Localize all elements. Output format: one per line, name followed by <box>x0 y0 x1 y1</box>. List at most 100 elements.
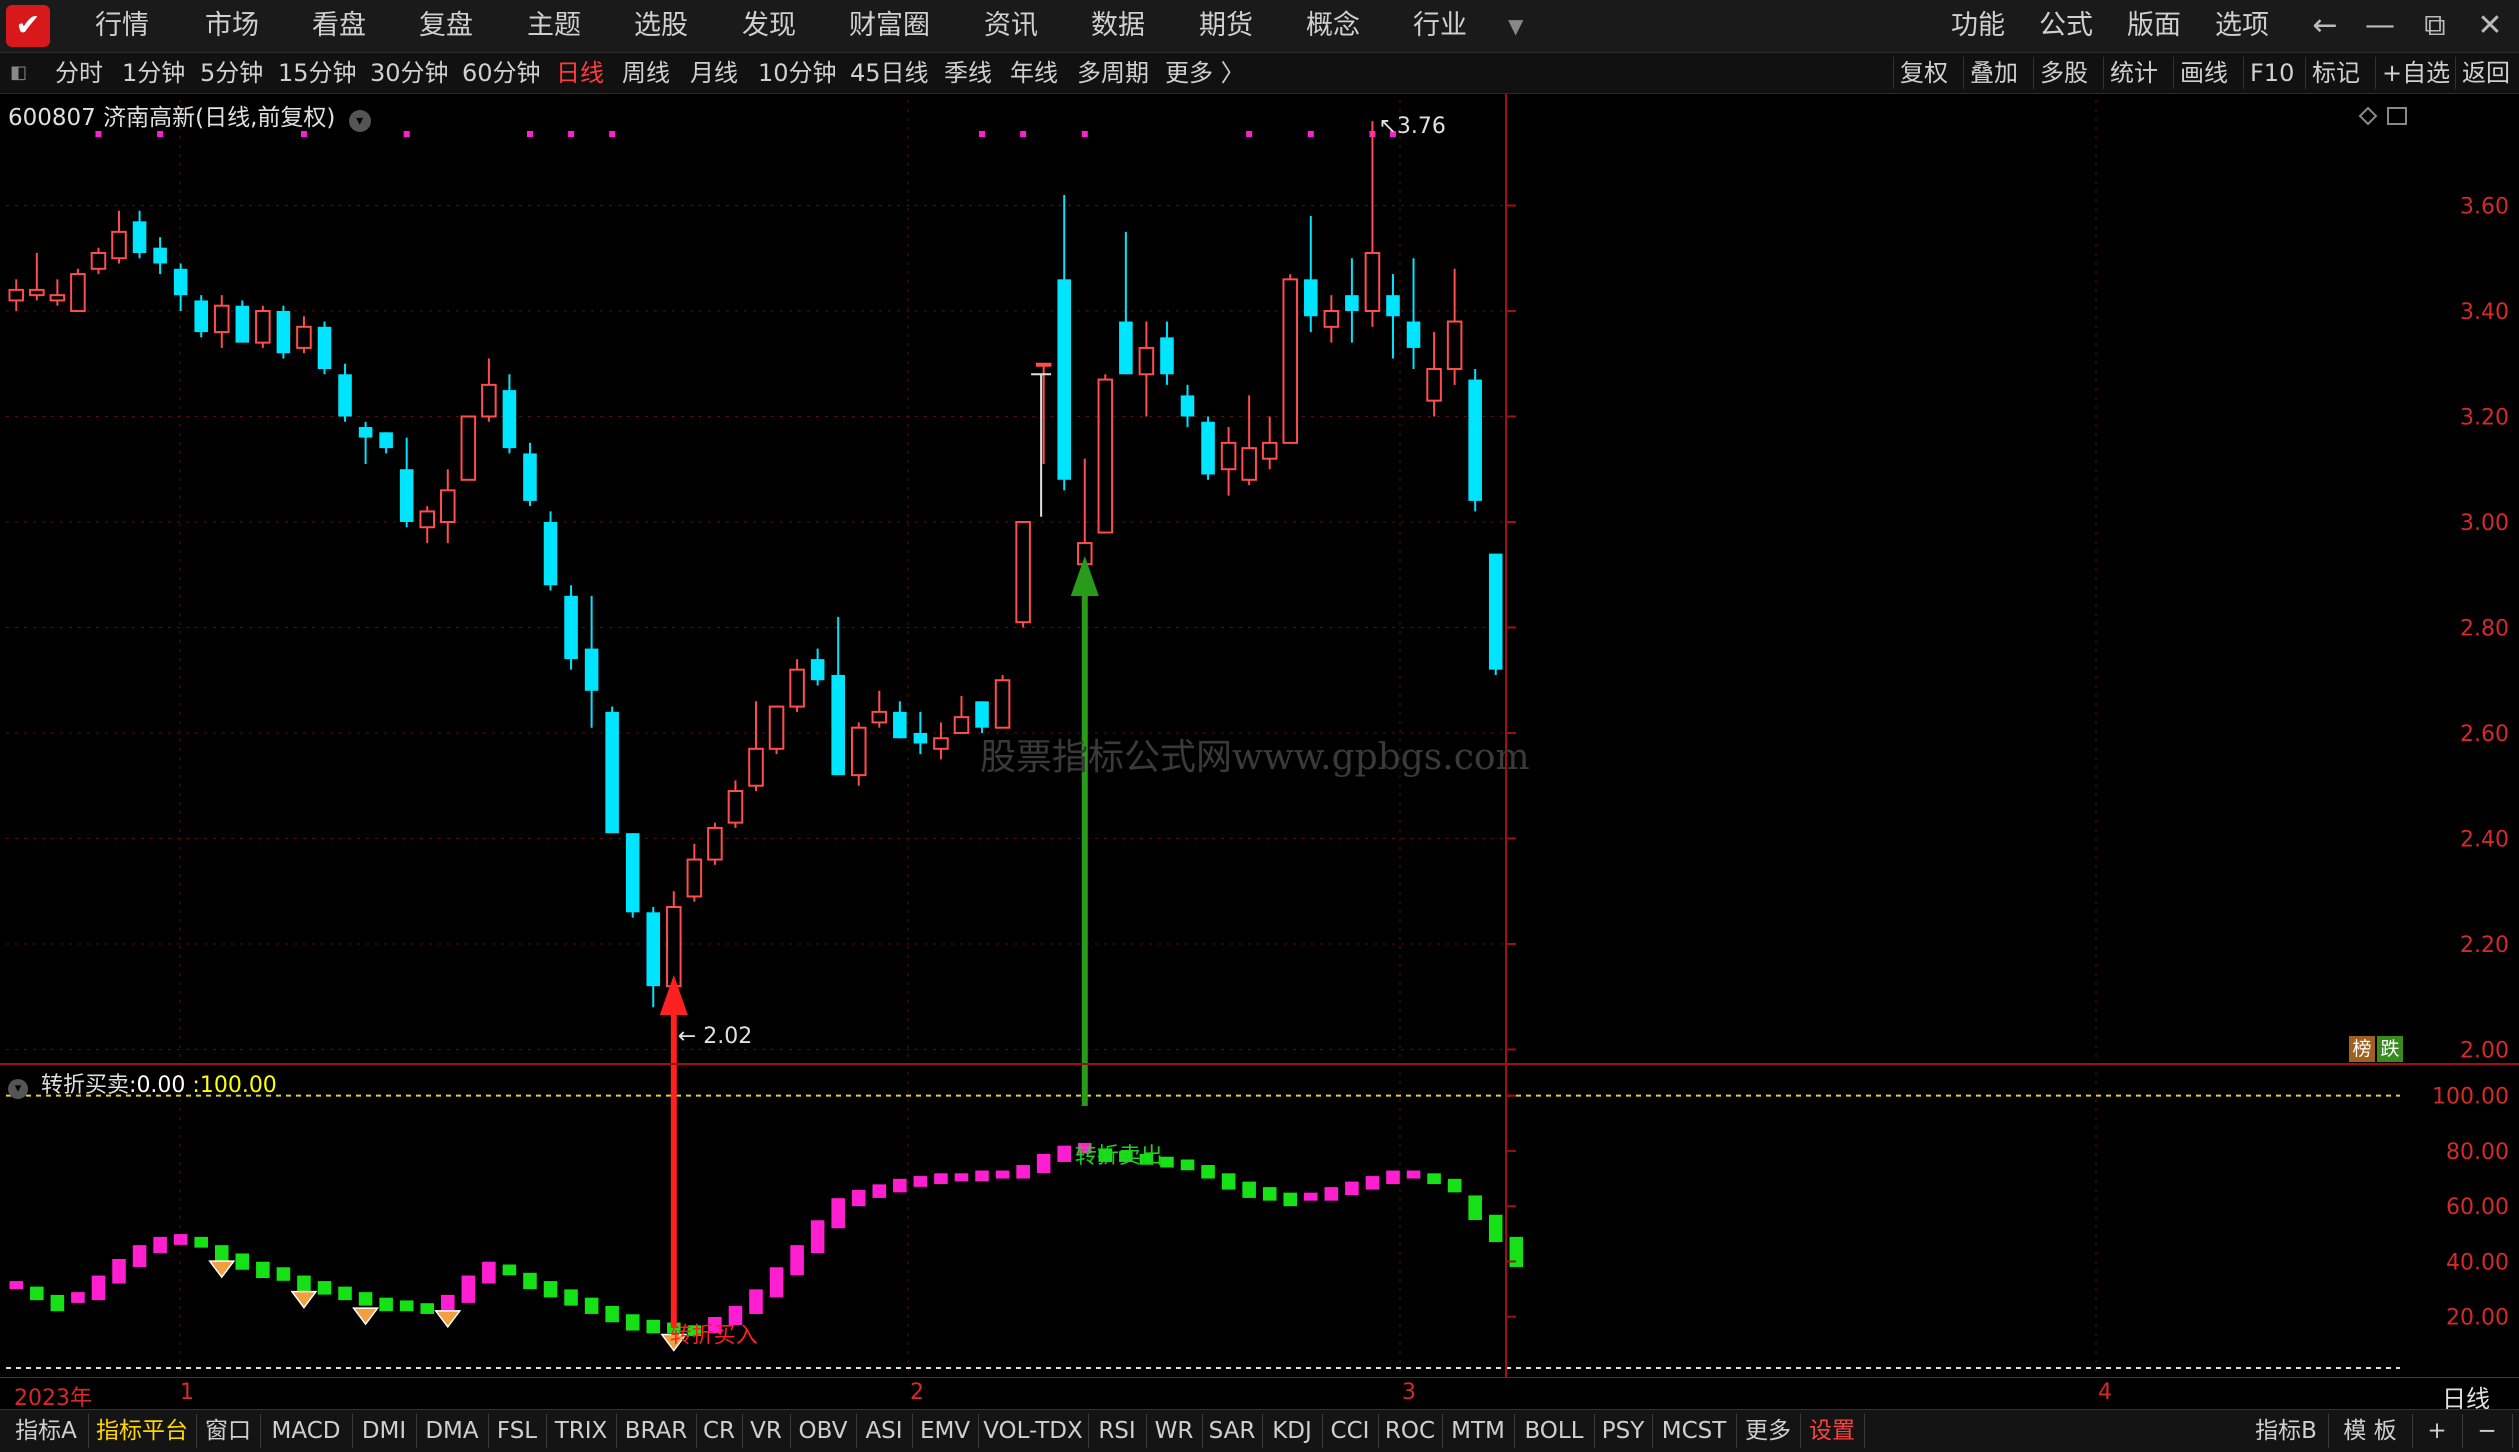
restore-icon[interactable]: ⧉ <box>2415 6 2455 46</box>
app-logo-icon[interactable]: ✔ <box>6 5 50 47</box>
tab-indicator-a[interactable]: 指标A <box>4 1414 89 1448</box>
period-10min[interactable]: 10分钟 <box>758 57 837 89</box>
sidebar-toggle-icon[interactable]: ◧ <box>10 57 27 89</box>
tab-wr[interactable]: WR <box>1146 1414 1203 1448</box>
period-5min[interactable]: 5分钟 <box>200 57 263 89</box>
tool-draw-line[interactable]: 画线 <box>2173 57 2234 89</box>
tab-sar[interactable]: SAR <box>1202 1414 1263 1448</box>
indicator-bar <box>605 1305 619 1323</box>
back-arrow-icon[interactable]: ← <box>2305 6 2345 46</box>
tab-cr[interactable]: CR <box>696 1414 743 1448</box>
tab-rsi[interactable]: RSI <box>1088 1414 1147 1448</box>
menu-item-layout[interactable]: 版面 <box>2127 8 2181 44</box>
tool-mark[interactable]: 标记 <box>2305 57 2366 89</box>
candle <box>893 701 907 739</box>
menu-item-market-quote[interactable]: 行情 <box>95 8 149 44</box>
tool-f10[interactable]: F10 <box>2243 57 2300 89</box>
period-multi[interactable]: 多周期 <box>1077 57 1149 89</box>
tab-indicator-b[interactable]: 指标B <box>2244 1414 2329 1448</box>
indicator-bar <box>646 1319 661 1334</box>
indicator-bar <box>461 1275 476 1303</box>
candle-body-down <box>1304 279 1318 317</box>
tab-dmi[interactable]: DMI <box>352 1414 417 1448</box>
menu-item-formula[interactable]: 公式 <box>2039 8 2093 44</box>
menu-item-discover[interactable]: 发现 <box>742 8 796 44</box>
tool-return[interactable]: 返回 <box>2455 57 2516 89</box>
period-45day[interactable]: 45日线 <box>850 57 929 89</box>
candle <box>707 822 723 865</box>
tab-brar[interactable]: BRAR <box>616 1414 697 1448</box>
menu-item-news[interactable]: 资讯 <box>984 8 1038 44</box>
period-60min[interactable]: 60分钟 <box>462 57 541 89</box>
tab-add-icon[interactable]: + <box>2412 1414 2463 1448</box>
close-icon[interactable]: ✕ <box>2470 6 2510 46</box>
candle-body-up <box>1015 520 1031 624</box>
tool-multi-stock[interactable]: 多股 <box>2033 57 2094 89</box>
tab-kdj[interactable]: KDJ <box>1262 1414 1323 1448</box>
tool-overlay[interactable]: 叠加 <box>1963 57 2024 89</box>
indicator-bar <box>564 1289 578 1306</box>
period-yearly[interactable]: 年线 <box>1010 57 1058 89</box>
tool-adjust-rights[interactable]: 复权 <box>1893 57 1954 89</box>
indicator-collapse-icon[interactable]: ▾ <box>8 1079 28 1099</box>
candle-body-down <box>831 674 845 776</box>
menu-item-watch[interactable]: 看盘 <box>312 8 366 44</box>
minimize-icon[interactable]: — <box>2360 6 2400 46</box>
period-daily[interactable]: 日线 <box>556 57 604 89</box>
stock-dropdown-icon[interactable]: ▾ <box>348 110 371 132</box>
menu-item-options[interactable]: 选项 <box>2215 8 2269 44</box>
tab-boll[interactable]: BOLL <box>1514 1414 1595 1448</box>
tab-psy[interactable]: PSY <box>1594 1414 1653 1448</box>
menu-item-theme[interactable]: 主题 <box>527 8 581 44</box>
tab-indicator-platform[interactable]: 指标平台 <box>88 1414 197 1448</box>
badge-ranking[interactable]: 榜 <box>2349 1036 2375 1062</box>
tab-mcst[interactable]: MCST <box>1652 1414 1737 1448</box>
tab-cci[interactable]: CCI <box>1322 1414 1379 1448</box>
menu-item-replay[interactable]: 复盘 <box>419 8 473 44</box>
tab-emv[interactable]: EMV <box>912 1414 979 1448</box>
tab-trix[interactable]: TRIX <box>546 1414 617 1448</box>
period-1min[interactable]: 1分钟 <box>122 57 185 89</box>
tab-asi[interactable]: ASI <box>856 1414 913 1448</box>
period-intraday[interactable]: 分时 <box>55 57 103 89</box>
menu-item-market[interactable]: 市场 <box>205 8 259 44</box>
tab-dma[interactable]: DMA <box>416 1414 489 1448</box>
event-marker-dot <box>609 131 616 137</box>
menu-item-wealth-circle[interactable]: 财富圈 <box>849 8 930 44</box>
tab-settings[interactable]: 设置 <box>1800 1414 1865 1448</box>
candle-body-down <box>132 221 147 253</box>
tab-template[interactable]: 模 板 <box>2328 1414 2413 1448</box>
tab-vol-tdx[interactable]: VOL-TDX <box>978 1414 1089 1448</box>
menu-item-function[interactable]: 功能 <box>1951 8 2005 44</box>
tab-roc[interactable]: ROC <box>1378 1414 1443 1448</box>
period-30min[interactable]: 30分钟 <box>370 57 449 89</box>
menu-dropdown-icon[interactable]: ▼ <box>1508 8 1523 44</box>
menu-item-industry[interactable]: 行业 <box>1413 8 1467 44</box>
tab-vr[interactable]: VR <box>742 1414 791 1448</box>
period-weekly[interactable]: 周线 <box>622 57 670 89</box>
tab-more[interactable]: 更多 <box>1736 1414 1801 1448</box>
tab-remove-icon[interactable]: − <box>2462 1414 2513 1448</box>
menu-item-stock-pick[interactable]: 选股 <box>634 8 688 44</box>
tool-add-watchlist[interactable]: +自选 <box>2375 57 2456 89</box>
tool-statistics[interactable]: 统计 <box>2103 57 2164 89</box>
tab-fsl[interactable]: FSL <box>488 1414 547 1448</box>
period-more[interactable]: 更多 〉 <box>1165 57 1245 89</box>
period-15min[interactable]: 15分钟 <box>278 57 357 89</box>
tab-mtm[interactable]: MTM <box>1442 1414 1515 1448</box>
tab-obv[interactable]: OBV <box>790 1414 857 1448</box>
candle-body-down <box>1345 295 1359 311</box>
menu-item-futures[interactable]: 期货 <box>1199 8 1253 44</box>
candle <box>1386 274 1400 359</box>
candle <box>1201 416 1215 480</box>
candle <box>419 506 436 544</box>
diamond-marker-icon <box>434 1310 462 1329</box>
period-monthly[interactable]: 月线 <box>690 57 738 89</box>
menu-item-concept[interactable]: 概念 <box>1306 8 1360 44</box>
period-quarterly[interactable]: 季线 <box>944 57 992 89</box>
badge-falling[interactable]: 跌 <box>2377 1036 2403 1062</box>
candle <box>1220 427 1237 496</box>
tab-window[interactable]: 窗口 <box>196 1414 261 1448</box>
tab-macd[interactable]: MACD <box>260 1414 353 1448</box>
menu-item-data[interactable]: 数据 <box>1091 8 1145 44</box>
